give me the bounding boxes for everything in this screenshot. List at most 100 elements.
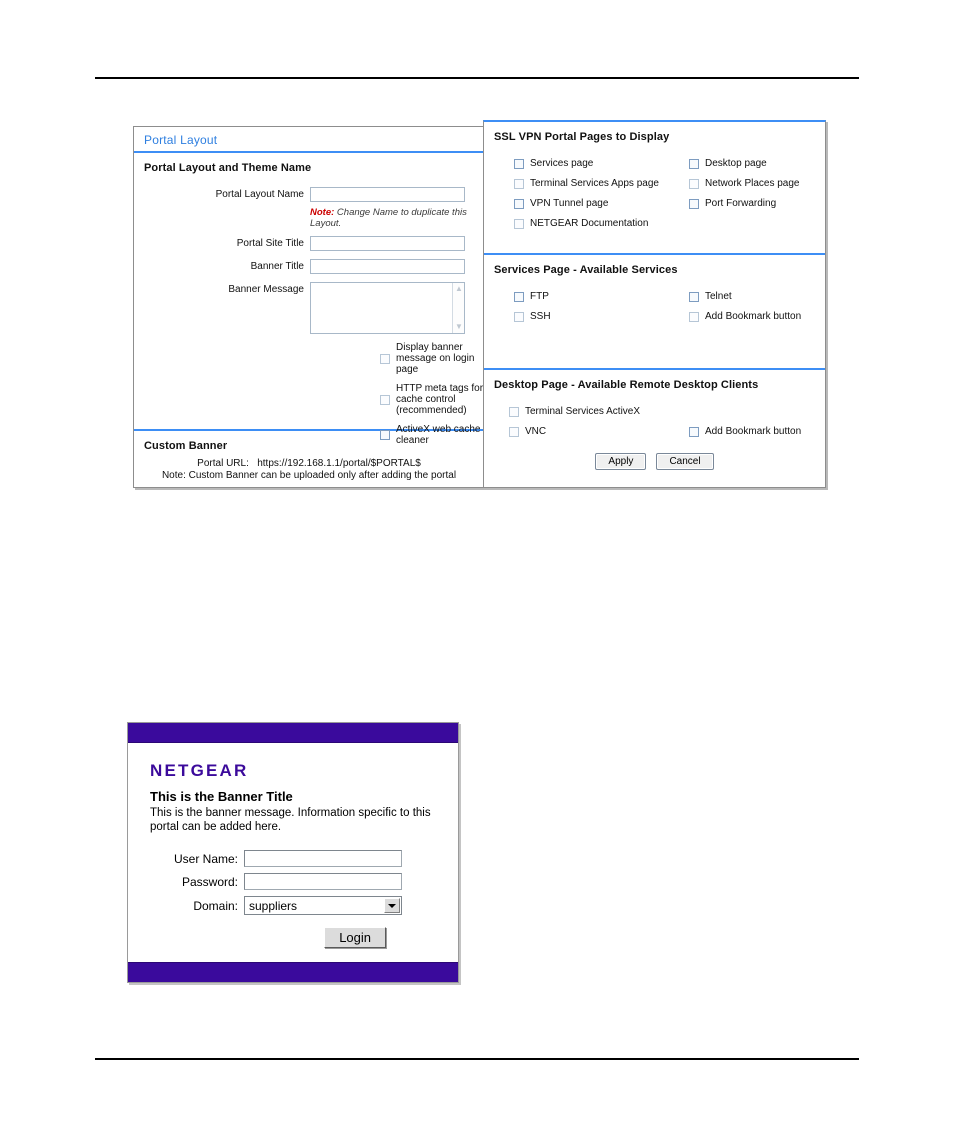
password-input[interactable] — [244, 873, 402, 890]
display-banner-message-label: Display banner message on login page — [396, 342, 475, 375]
terminal-services-apps-page-label: Terminal Services Apps page — [530, 178, 659, 189]
chevron-down-icon[interactable] — [384, 898, 400, 913]
scroll-down-icon[interactable]: ▼ — [454, 322, 464, 332]
ssh-label: SSH — [530, 311, 551, 322]
section-title-custom-banner: Custom Banner — [144, 440, 228, 452]
desktop-page-label: Desktop page — [705, 158, 767, 169]
checkbox-row-port-forwarding[interactable]: Port Forwarding — [689, 198, 825, 209]
portal-login-body: NETGEAR This is the Banner Title This is… — [128, 743, 458, 962]
page-header-rule — [95, 77, 859, 79]
username-input[interactable] — [244, 850, 402, 867]
banner-title-input[interactable] — [310, 259, 465, 274]
checkbox-row-add-bookmark-desktop[interactable]: Add Bookmark button — [689, 426, 825, 437]
add-bookmark-desktop-label: Add Bookmark button — [705, 426, 802, 437]
login-row-domain: Domain: suppliers — [150, 896, 436, 915]
section-services-page-available-services: Services Page - Available Services FTP T… — [484, 255, 825, 370]
vpn-tunnel-page-label: VPN Tunnel page — [530, 198, 609, 209]
checkbox-row-network-places-page[interactable]: Network Places page — [689, 178, 825, 189]
checkbox-row-telnet[interactable]: Telnet — [689, 291, 825, 302]
checkbox-row-http-meta-tags[interactable]: HTTP meta tags for cache control (recomm… — [380, 383, 484, 416]
netgear-documentation-checkbox[interactable] — [514, 218, 524, 229]
section-desktop-page-remote-clients: Desktop Page - Available Remote Desktop … — [484, 370, 825, 488]
checkbox-row-display-banner-message[interactable]: Display banner message on login page — [380, 342, 484, 375]
add-bookmark-services-label: Add Bookmark button — [705, 311, 802, 322]
banner-message-textarea[interactable]: ▲ ▼ — [310, 282, 465, 334]
network-places-page-label: Network Places page — [705, 178, 800, 189]
section-ssl-vpn-portal-pages: SSL VPN Portal Pages to Display Services… — [484, 122, 825, 255]
field-row-banner-title: Banner Title — [134, 259, 484, 275]
port-forwarding-label: Port Forwarding — [705, 198, 777, 209]
section-title-portal-layout-theme-name: Portal Layout and Theme Name — [144, 162, 312, 174]
grid-spacer — [689, 209, 825, 229]
vpn-tunnel-page-checkbox[interactable] — [514, 198, 524, 209]
cancel-button[interactable]: Cancel — [656, 453, 714, 470]
section-title-ssl-vpn-portal-pages: SSL VPN Portal Pages to Display — [494, 131, 670, 143]
checkbox-row-ftp[interactable]: FTP — [514, 291, 689, 302]
services-page-checkbox[interactable] — [514, 158, 524, 169]
checkbox-row-vnc[interactable]: VNC — [509, 426, 684, 437]
checkbox-row-terminal-services-apps-page[interactable]: Terminal Services Apps page — [514, 178, 689, 189]
display-banner-message-checkbox[interactable] — [380, 353, 390, 364]
grid-spacer-2 — [684, 397, 825, 417]
preview-banner-message: This is the banner message. Information … — [150, 807, 431, 833]
telnet-checkbox[interactable] — [689, 291, 699, 302]
vnc-checkbox[interactable] — [509, 426, 519, 437]
login-row-password: Password: — [150, 873, 436, 890]
note-keyword: Note: — [310, 207, 335, 218]
portal-login-preview: NETGEAR This is the Banner Title This is… — [127, 722, 459, 983]
portal-layout-name-input[interactable] — [310, 187, 465, 202]
login-button-row: Login — [150, 927, 436, 948]
section-portal-layout-theme-name: Portal Layout and Theme Name Portal Layo… — [134, 153, 484, 469]
login-button[interactable]: Login — [324, 927, 386, 948]
port-forwarding-checkbox[interactable] — [689, 198, 699, 209]
label-portal-site-title: Portal Site Title — [236, 238, 304, 249]
section-custom-banner: Custom Banner Note: Custom Banner can be… — [134, 431, 484, 488]
telnet-label: Telnet — [705, 291, 732, 302]
terminal-services-activex-label: Terminal Services ActiveX — [525, 406, 641, 417]
portal-top-bar — [128, 723, 458, 743]
add-bookmark-services-checkbox[interactable] — [689, 311, 699, 322]
portal-bottom-bar — [128, 962, 458, 982]
field-row-banner-message: Banner Message ▲ ▼ — [134, 282, 484, 334]
banner-message-scrollbar[interactable]: ▲ ▼ — [452, 283, 464, 333]
label-portal-layout-name: Portal Layout Name — [215, 189, 304, 200]
http-meta-tags-checkbox[interactable] — [380, 394, 390, 405]
login-row-username: User Name: — [150, 850, 436, 867]
ftp-checkbox[interactable] — [514, 291, 524, 302]
custom-banner-note: Note: Custom Banner can be uploaded only… — [161, 470, 457, 481]
section-title-desktop-page-remote-clients: Desktop Page - Available Remote Desktop … — [494, 379, 759, 391]
label-banner-message: Banner Message — [228, 284, 304, 295]
checkbox-row-ssh[interactable]: SSH — [514, 311, 689, 322]
netgear-documentation-label: NETGEAR Documentation — [530, 218, 649, 229]
password-label: Password: — [181, 874, 238, 889]
desktop-page-checkbox[interactable] — [689, 158, 699, 169]
checkbox-row-add-bookmark-services[interactable]: Add Bookmark button — [689, 311, 825, 322]
desktop-clients-checkbox-grid: Terminal Services ActiveX VNC Add Bookma… — [484, 391, 825, 437]
ftp-label: FTP — [530, 291, 549, 302]
panel-title: Portal Layout — [134, 127, 484, 153]
apply-button[interactable]: Apply — [595, 453, 647, 470]
domain-select[interactable]: suppliers — [244, 896, 402, 915]
netgear-logo: NETGEAR — [150, 761, 249, 780]
checkbox-row-desktop-page[interactable]: Desktop page — [689, 158, 825, 169]
terminal-services-activex-checkbox[interactable] — [509, 406, 519, 417]
checkbox-row-vpn-tunnel-page[interactable]: VPN Tunnel page — [514, 198, 689, 209]
checkbox-row-services-page[interactable]: Services page — [514, 158, 689, 169]
label-banner-title: Banner Title — [250, 261, 304, 272]
checkbox-row-netgear-documentation[interactable]: NETGEAR Documentation — [514, 218, 689, 229]
ssh-checkbox[interactable] — [514, 311, 524, 322]
domain-selected-value: suppliers — [249, 898, 298, 913]
services-page-label: Services page — [530, 158, 594, 169]
add-bookmark-desktop-checkbox[interactable] — [689, 426, 699, 437]
preview-banner-title: This is the Banner Title — [150, 789, 293, 804]
scroll-up-icon[interactable]: ▲ — [454, 284, 464, 294]
section-title-services-page-available-services: Services Page - Available Services — [494, 264, 678, 276]
vnc-label: VNC — [525, 426, 547, 437]
checkbox-row-terminal-services-activex[interactable]: Terminal Services ActiveX — [509, 406, 684, 417]
field-row-portal-layout-name: Portal Layout Name — [134, 187, 484, 203]
network-places-page-checkbox[interactable] — [689, 178, 699, 189]
ssl-vpn-pages-checkbox-grid: Services page Desktop page Terminal Serv… — [484, 143, 825, 229]
action-button-bar: Apply Cancel — [484, 453, 825, 470]
terminal-services-apps-page-checkbox[interactable] — [514, 178, 524, 189]
portal-site-title-input[interactable] — [310, 236, 465, 251]
